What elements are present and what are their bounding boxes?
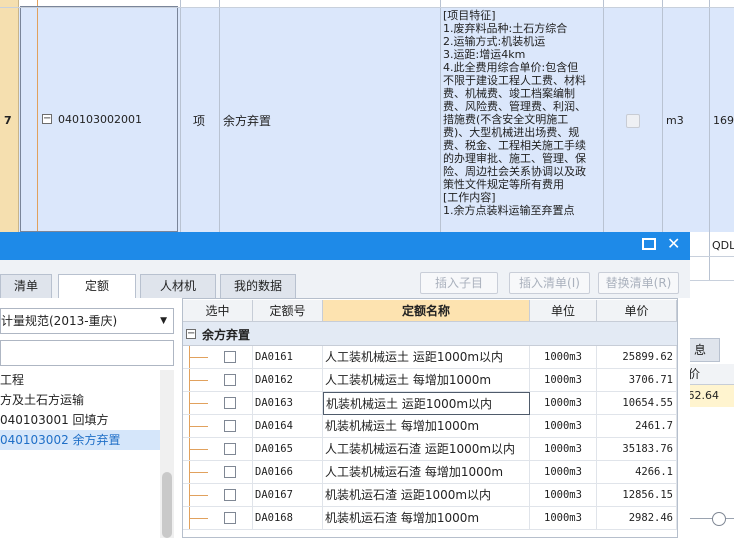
quota-code[interactable]: DA0167 <box>253 484 323 507</box>
insert-list-button[interactable]: 插入清单(I) <box>509 272 590 294</box>
bill-type: 项 <box>193 114 206 128</box>
row-checkbox[interactable] <box>224 397 236 409</box>
collapse-icon[interactable]: − <box>186 329 196 339</box>
quota-price[interactable]: 2982.46 <box>597 507 677 530</box>
quota-code[interactable]: DA0168 <box>253 507 323 530</box>
quota-price[interactable]: 2461.7 <box>597 415 677 438</box>
select-cell <box>183 346 253 369</box>
quota-code[interactable]: DA0165 <box>253 438 323 461</box>
col-header-price[interactable]: 单价 <box>597 300 677 322</box>
table-row[interactable]: DA0167 机装机运石渣 运距1000m以内 1000m3 12856.15 <box>183 484 677 507</box>
quota-unit[interactable]: 1000m3 <box>530 461 597 484</box>
quota-name[interactable]: 人工装机械运石渣 运距1000m以内 <box>323 438 530 461</box>
tree-scrollbar-thumb[interactable] <box>162 472 172 538</box>
quota-code[interactable]: DA0166 <box>253 461 323 484</box>
quota-price[interactable]: 35183.76 <box>597 438 677 461</box>
bill-checkbox-disabled <box>626 114 640 128</box>
quota-name[interactable]: 机装机械运土 每增加1000m <box>323 415 530 438</box>
table-row[interactable]: DA0164 机装机械运土 每增加1000m 1000m3 2461.7 <box>183 415 677 438</box>
quota-unit[interactable]: 1000m3 <box>530 507 597 530</box>
detail-tab-label: 息 <box>693 343 706 357</box>
close-icon[interactable]: ✕ <box>667 236 680 252</box>
group-row[interactable]: − 余方弃置 <box>183 322 677 346</box>
row-checkbox[interactable] <box>224 512 236 524</box>
row-number-cell[interactable]: 7 <box>0 8 19 232</box>
quota-price[interactable]: 4266.1 <box>597 461 677 484</box>
row-checkbox[interactable] <box>224 443 236 455</box>
tree-item[interactable]: 工程 <box>0 370 24 390</box>
quota-name[interactable]: 机装机运石渣 运距1000m以内 <box>323 484 530 507</box>
qdl-cell: QDL <box>712 239 734 252</box>
quota-price[interactable]: 3706.71 <box>597 369 677 392</box>
table-row[interactable]: DA0163 机装机械运土 运距1000m以内 1000m3 10654.55 <box>183 392 677 415</box>
select-cell <box>183 461 253 484</box>
quota-unit[interactable]: 1000m3 <box>530 484 597 507</box>
row-checkbox[interactable] <box>224 420 236 432</box>
bill-code: 040103002001 <box>58 113 142 126</box>
quota-name[interactable]: 人工装机械运土 每增加1000m <box>323 369 530 392</box>
col-header-code[interactable]: 定额号 <box>253 300 323 322</box>
tree-item[interactable]: 方及土石方运输 <box>0 390 84 410</box>
quota-code[interactable]: DA0163 <box>253 392 323 415</box>
table-row[interactable]: DA0166 人工装机械运石渣 每增加1000m 1000m3 4266.1 <box>183 461 677 484</box>
standard-tree: 工程 方及土石方运输 040103001 回填方 040103002 余方弃置 <box>0 370 160 538</box>
table-row[interactable]: DA0162 人工装机械运土 每增加1000m 1000m3 3706.71 <box>183 369 677 392</box>
insert-child-button[interactable]: 插入子目 <box>420 272 498 294</box>
tree-item[interactable]: 040103001 回填方 <box>0 410 109 430</box>
row-checkbox[interactable] <box>224 466 236 478</box>
row-checkbox[interactable] <box>224 374 236 386</box>
row-number: 7 <box>4 114 12 127</box>
bill-description: [项目特征] 1.废弃料品种:土石方综合 2.运输方式:机装机运 3.运距:增运… <box>443 9 586 217</box>
chevron-down-icon[interactable]: ▼ <box>160 309 167 333</box>
quota-unit[interactable]: 1000m3 <box>530 369 597 392</box>
col-header-unit[interactable]: 单位 <box>530 300 597 322</box>
quota-price[interactable]: 25899.62 <box>597 346 677 369</box>
tree-item-selected[interactable]: 040103002 余方弃置 <box>0 430 160 450</box>
quota-code[interactable]: DA0161 <box>253 346 323 369</box>
group-label: 余方弃置 <box>202 328 251 342</box>
quota-name[interactable]: 人工装机械运石渣 每增加1000m <box>323 461 530 484</box>
replace-list-button[interactable]: 替换清单(R) <box>598 272 679 294</box>
row-checkbox[interactable] <box>224 489 236 501</box>
search-input[interactable] <box>0 340 174 366</box>
quota-code[interactable]: DA0164 <box>253 415 323 438</box>
tab-quota[interactable]: 定额 <box>58 274 136 298</box>
tab-my-data[interactable]: 我的数据 <box>220 274 296 298</box>
select-cell <box>183 438 253 461</box>
bill-quantity: 1694 <box>713 114 734 127</box>
col-header-select[interactable]: 选中 <box>183 300 253 322</box>
quota-price[interactable]: 10654.55 <box>597 392 677 415</box>
standard-select[interactable]: 计量规范(2013-重庆) ▼ <box>0 308 174 334</box>
tab-materials[interactable]: 人材机 <box>140 274 216 298</box>
quota-price[interactable]: 12856.15 <box>597 484 677 507</box>
quota-name[interactable]: 人工装机械运土 运距1000m以内 <box>323 346 530 369</box>
maximize-icon[interactable] <box>642 238 656 250</box>
row-checkbox[interactable] <box>224 351 236 363</box>
quota-name[interactable]: 机装机运石渣 每增加1000m <box>323 507 530 530</box>
select-quota-dialog: ✕ 清单 定额 人材机 我的数据 插入子目 插入清单(I) 替换清单(R) 计量… <box>0 232 690 538</box>
bill-name: 余方弃置 <box>223 114 272 128</box>
quota-unit[interactable]: 1000m3 <box>530 392 597 415</box>
collapse-icon[interactable]: − <box>42 114 52 124</box>
slider-knob[interactable] <box>712 512 726 526</box>
col-header-name[interactable]: 定额名称 <box>323 300 530 322</box>
table-row[interactable]: DA0161 人工装机械运土 运距1000m以内 1000m3 25899.62 <box>183 346 677 369</box>
tab-bill[interactable]: 清单 <box>0 274 52 298</box>
quota-unit[interactable]: 1000m3 <box>530 415 597 438</box>
bill-unit: m3 <box>666 114 684 127</box>
select-cell <box>183 415 253 438</box>
dialog-titlebar[interactable]: ✕ <box>0 232 690 260</box>
table-row[interactable]: DA0168 机装机运石渣 每增加1000m 1000m3 2982.46 <box>183 507 677 530</box>
select-cell <box>183 369 253 392</box>
quota-unit[interactable]: 1000m3 <box>530 438 597 461</box>
quota-name[interactable]: 机装机械运土 运距1000m以内 <box>323 392 530 415</box>
quota-code[interactable]: DA0162 <box>253 369 323 392</box>
table-row[interactable]: DA0165 人工装机械运石渣 运距1000m以内 1000m3 35183.76 <box>183 438 677 461</box>
select-cell <box>183 392 253 415</box>
select-cell <box>183 484 253 507</box>
select-cell <box>183 507 253 530</box>
quota-unit[interactable]: 1000m3 <box>530 346 597 369</box>
